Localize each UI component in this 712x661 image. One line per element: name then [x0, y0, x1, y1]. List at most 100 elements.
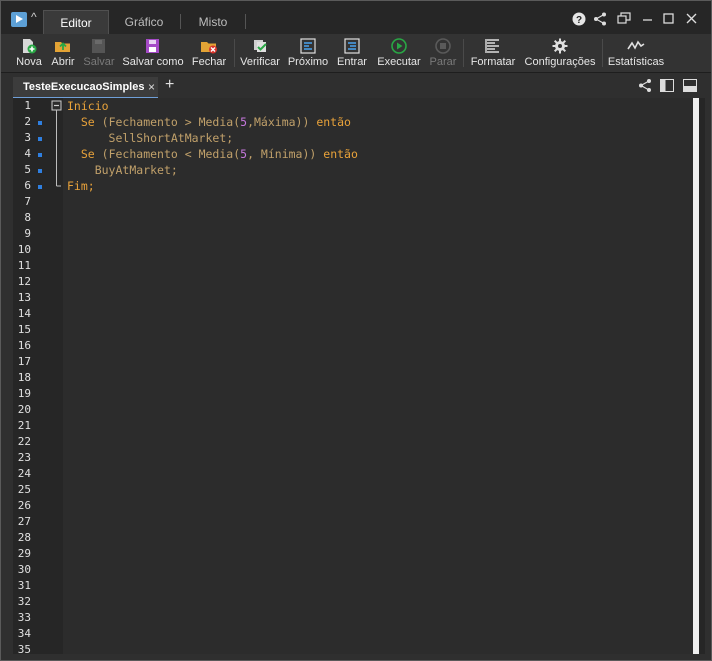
- estatisticas-button[interactable]: Estatísticas: [606, 34, 666, 72]
- share-icon[interactable]: [593, 12, 609, 26]
- save-icon: [92, 39, 105, 53]
- nova-label: Nova: [16, 56, 42, 68]
- line-number: 31: [17, 579, 31, 592]
- executar-button[interactable]: Executar: [375, 34, 423, 72]
- change-marker: [38, 169, 42, 173]
- keyword-entao: então: [316, 115, 351, 129]
- close-tab-icon[interactable]: ×: [148, 77, 155, 97]
- split-horizontal-icon[interactable]: [683, 79, 697, 92]
- save-as-icon: [146, 39, 159, 53]
- verificar-label: Verificar: [240, 56, 280, 68]
- line-number: 26: [17, 499, 31, 512]
- parar-button[interactable]: Parar: [428, 34, 458, 72]
- line-number: 21: [17, 419, 31, 432]
- tab-misto[interactable]: Misto: [181, 10, 245, 34]
- run-icon: [391, 38, 407, 54]
- entrar-button[interactable]: Entrar: [335, 34, 369, 72]
- line-number: 20: [17, 403, 31, 416]
- fold-gutter: [51, 100, 62, 187]
- code-area[interactable]: Início Se (Fechamento > Media(5,Máxima))…: [63, 98, 699, 654]
- line-number: 19: [17, 387, 31, 400]
- executar-label: Executar: [377, 56, 421, 68]
- line-number: 2: [24, 115, 31, 128]
- line-number: 3: [24, 131, 31, 144]
- line-number: 35: [17, 643, 31, 654]
- code-line-6: Fim;: [67, 179, 95, 193]
- salvar-como-button[interactable]: Salvar como: [121, 34, 185, 72]
- line-number: 11: [17, 259, 31, 272]
- line-number: 1: [24, 99, 31, 112]
- formatar-button[interactable]: Formatar: [468, 34, 518, 72]
- toolbar-divider: [234, 39, 235, 67]
- line-number: 15: [17, 323, 31, 336]
- line-number: 9: [24, 227, 31, 240]
- keyword-se: Se: [80, 115, 95, 129]
- add-tab-icon[interactable]: +: [165, 76, 174, 94]
- svg-text:?: ?: [576, 15, 582, 26]
- line-number: 28: [17, 531, 31, 544]
- step-into-icon: [344, 38, 360, 54]
- keyword-fim: Fim;: [67, 179, 95, 193]
- maximize-icon[interactable]: [662, 12, 678, 26]
- question-icon[interactable]: ?: [572, 12, 588, 26]
- salvar-button[interactable]: Salvar: [82, 34, 116, 72]
- app-play-icon[interactable]: [11, 12, 27, 27]
- line-number: 8: [24, 211, 31, 224]
- line-number: 27: [17, 515, 31, 528]
- proximo-label: Próximo: [287, 56, 329, 68]
- change-marker: [38, 137, 42, 141]
- toolbar-divider: [463, 39, 464, 67]
- condition-text: (Fechamento > Media(: [101, 115, 241, 129]
- line-number: 14: [17, 307, 31, 320]
- gear-icon: [552, 38, 568, 54]
- change-marker: [38, 121, 42, 125]
- title-bar: ^ Editor Gráfico Misto ?: [1, 1, 711, 35]
- minimize-icon[interactable]: [641, 12, 657, 26]
- line-number: 5: [24, 163, 31, 176]
- line-number: 22: [17, 435, 31, 448]
- line-number: 12: [17, 275, 31, 288]
- statistics-icon: [627, 40, 645, 50]
- change-marker: [38, 153, 42, 157]
- split-vertical-icon[interactable]: [660, 79, 674, 92]
- next-icon: [300, 38, 316, 54]
- code-line-1: Início: [67, 99, 109, 113]
- line-number: 23: [17, 451, 31, 464]
- line-number: 24: [17, 467, 31, 480]
- new-file-icon: [23, 39, 37, 54]
- stop-icon: [435, 38, 451, 54]
- code-editor[interactable]: 1 2 3 4 5 6 7 8 9 10 11 12 13 14 15 16 17 18 19 20 21 22 23 24 2…: [13, 98, 705, 654]
- line-number: 29: [17, 547, 31, 560]
- close-icon[interactable]: [685, 12, 701, 26]
- abrir-label: Abrir: [51, 56, 75, 68]
- vertical-scrollbar[interactable]: [693, 98, 699, 654]
- salvar-como-label: Salvar como: [122, 56, 184, 68]
- line-number: 4: [24, 147, 31, 160]
- verificar-button[interactable]: Verificar: [239, 34, 281, 72]
- configuracoes-button[interactable]: Configurações: [523, 34, 597, 72]
- tab-divider: [245, 14, 246, 29]
- open-folder-icon: [55, 42, 70, 52]
- keyword-inicio: Início: [67, 99, 109, 113]
- estatisticas-label: Estatísticas: [607, 56, 665, 68]
- restore-icon[interactable]: [617, 12, 633, 26]
- tab-editor[interactable]: Editor: [43, 10, 109, 35]
- fechar-button[interactable]: Fechar: [189, 34, 229, 72]
- line-number: 10: [17, 243, 31, 256]
- abrir-button[interactable]: Abrir: [48, 34, 78, 72]
- chevron-up-icon[interactable]: ^: [31, 10, 37, 24]
- code-line-3: SellShortAtMarket;: [67, 131, 234, 145]
- proximo-button[interactable]: Próximo: [287, 34, 329, 72]
- nova-button[interactable]: Nova: [9, 34, 49, 72]
- document-tab-name: TesteExecucaoSimples: [23, 81, 145, 93]
- condition-text: ,Máxima)): [247, 115, 310, 129]
- formatar-label: Formatar: [470, 56, 516, 68]
- line-number: 16: [17, 339, 31, 352]
- fechar-label: Fechar: [191, 56, 227, 68]
- share-editor-icon[interactable]: [638, 79, 652, 92]
- tab-grafico[interactable]: Gráfico: [109, 10, 179, 34]
- line-number: 30: [17, 563, 31, 576]
- line-number: 33: [17, 611, 31, 624]
- line-number: 17: [17, 355, 31, 368]
- document-tab[interactable]: TesteExecucaoSimples ×: [13, 77, 158, 99]
